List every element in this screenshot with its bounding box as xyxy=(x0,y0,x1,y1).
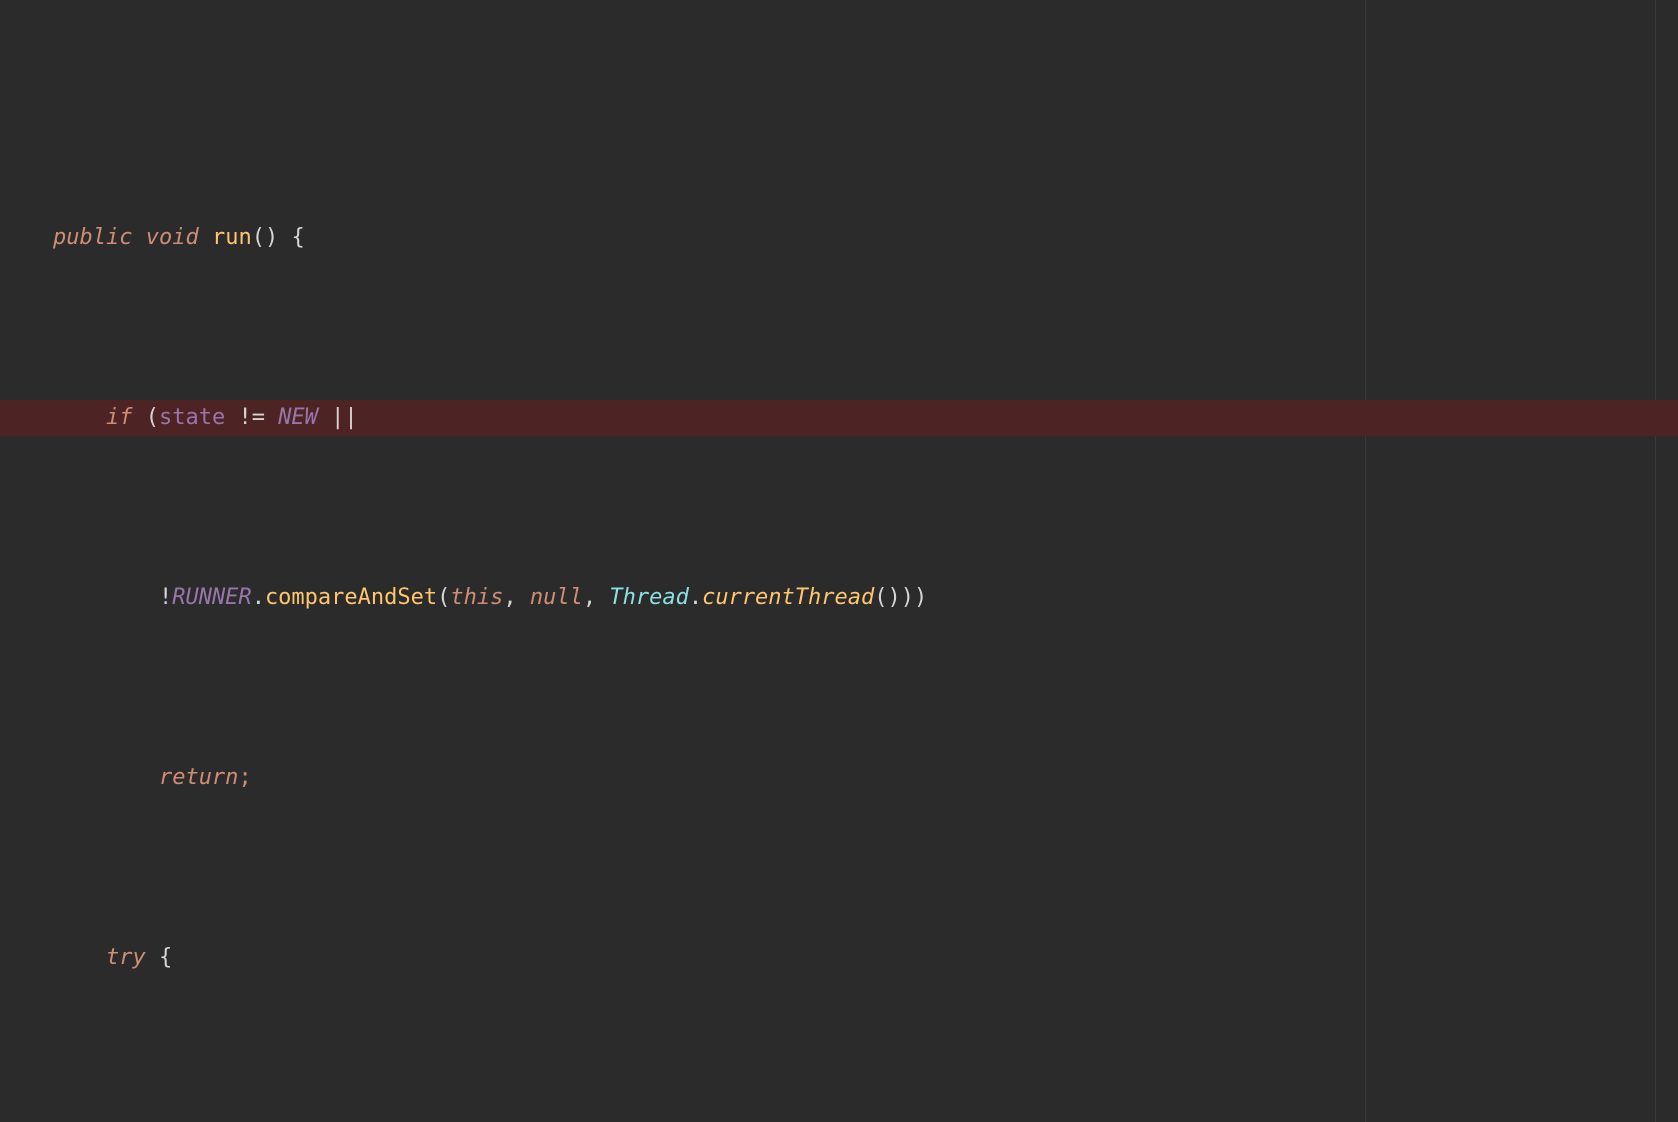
code-line-highlighted[interactable]: if (state != NEW || xyxy=(0,400,1678,436)
keyword: void xyxy=(146,225,199,250)
constant: NEW xyxy=(278,405,318,430)
keyword: try xyxy=(106,945,146,970)
code-line[interactable]: !RUNNER.compareAndSet(this, null, Thread… xyxy=(0,580,1678,616)
type: Thread xyxy=(609,585,688,610)
keyword: return xyxy=(159,765,238,790)
constant: RUNNER xyxy=(172,585,251,610)
keyword: public xyxy=(53,225,132,250)
method-name: compareAndSet xyxy=(265,585,437,610)
method-name: currentThread xyxy=(702,585,874,610)
keyword: this xyxy=(450,585,503,610)
code-line[interactable]: return; xyxy=(0,760,1678,796)
code-line[interactable]: public void run() { xyxy=(0,220,1678,256)
field: state xyxy=(159,405,225,430)
method-name: run xyxy=(212,225,252,250)
keyword: null xyxy=(530,585,583,610)
code-editor[interactable]: public void run() { if (state != NEW || … xyxy=(0,0,1678,1122)
keyword: if xyxy=(106,405,133,430)
punct: () { xyxy=(252,225,305,250)
code-line[interactable]: try { xyxy=(0,940,1678,976)
